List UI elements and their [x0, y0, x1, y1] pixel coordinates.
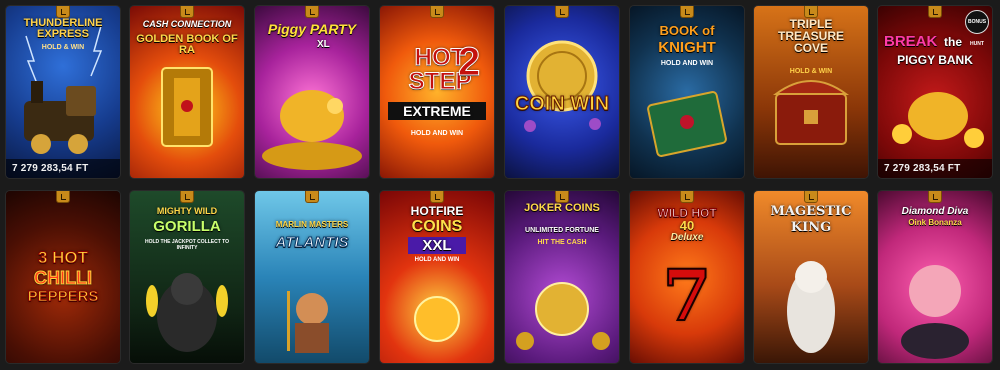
game-title-number: 2: [457, 40, 481, 84]
game-title: 3 HOT: [37, 248, 89, 267]
game-title: HOTFIRE: [410, 204, 464, 218]
game-subtitle: HOLD & WIN: [789, 68, 833, 75]
provider-badge-icon: [805, 191, 817, 202]
provider-badge-icon: [805, 6, 817, 17]
provider-badge-icon: [681, 191, 693, 202]
game-tile-diamond-diva-oink-bonanza[interactable]: Diamond Diva Oink Bonanza: [878, 191, 992, 363]
provider-badge-icon: [556, 191, 568, 202]
seven-symbol: 7: [662, 254, 713, 337]
game-subtitle: HOLD & WIN: [41, 44, 85, 51]
game-subtitle: HIT THE CASH: [537, 239, 587, 246]
game-title-oink-bonanza: Oink Bonanza: [908, 218, 962, 227]
game-tile-coin-win[interactable]: COIN WIN: [505, 6, 619, 178]
game-subtitle: HOLD THE JACKPOT COLLECT TO INFINITY: [144, 239, 230, 251]
game-tile-wild-hot-40-deluxe[interactable]: WILD HOT 40 Deluxe 7: [630, 191, 744, 363]
jackpot-amount: 7 279 283,54 FT: [878, 159, 992, 178]
game-tile-marlin-masters-atlantis[interactable]: MARLIN MASTERS ATLANTIS: [255, 191, 369, 363]
game-title: Piggy PARTY: [267, 21, 357, 37]
game-tile-book-of-knight[interactable]: BOOK of KNIGHT HOLD AND WIN: [630, 6, 744, 178]
game-tile-hotfire-coins-xxl[interactable]: HOTFIRE COINS XXL HOLD AND WIN: [380, 191, 494, 363]
provider-badge-icon: [57, 6, 69, 17]
game-title-suffix: XL: [317, 39, 330, 50]
game-title: JOKER COINS: [524, 202, 600, 214]
game-tile-hot-step-2-extreme[interactable]: HOT STEP 2 EXTREME HOLD AND WIN: [380, 6, 494, 178]
game-tile-piggy-party-xl[interactable]: Piggy PARTY XL: [255, 6, 369, 178]
game-grid: THUNDERLINE EXPRESS HOLD & WIN 7 279 283…: [0, 0, 1000, 370]
game-title: MAGESTIC: [770, 204, 852, 219]
game-title: COIN WIN: [514, 93, 610, 115]
provider-badge-icon: [57, 191, 69, 202]
game-tile-3-hot-chilli-peppers[interactable]: 3 HOT CHILLI PEPPERS: [6, 191, 120, 363]
game-tile-thunderline-express[interactable]: THUNDERLINE EXPRESS HOLD & WIN 7 279 283…: [6, 6, 120, 178]
provider-badge-icon: [431, 6, 443, 17]
game-title: MARLIN MASTERS: [275, 220, 349, 229]
provider-badge-icon: [929, 191, 941, 202]
game-tile-mighty-wild-gorilla[interactable]: MIGHTY WILD GORILLA HOLD THE JACKPOT COL…: [130, 191, 244, 363]
game-title-extreme: EXTREME: [388, 102, 486, 120]
game-art: [505, 6, 619, 178]
game-title-knight: KNIGHT: [658, 39, 716, 56]
game-title-fortune: UNLIMITED FORTUNE: [525, 227, 599, 234]
game-title-the: the: [944, 35, 962, 49]
bonus-hunt-logo: BONUS HUNT: [965, 10, 989, 47]
game-tile-triple-treasure-cove[interactable]: TRIPLE TREASURE COVE HOLD & WIN: [754, 6, 868, 178]
game-title-gorilla: GORILLA: [153, 218, 221, 235]
game-art: [255, 191, 369, 363]
game-subtitle: HOLD AND WIN: [410, 130, 464, 137]
provider-badge-icon: [929, 6, 941, 17]
game-title-40: 40: [679, 218, 695, 233]
game-title: TRIPLE TREASURE COVE: [777, 17, 844, 55]
game-tile-joker-coins[interactable]: JOKER COINS UNLIMITED FORTUNE HIT THE CA…: [505, 191, 619, 363]
jackpot-amount: 7 279 283,54 FT: [6, 159, 120, 178]
game-title: MIGHTY WILD: [156, 206, 218, 216]
game-tile-golden-book-of-ra[interactable]: CASH CONNECTION GOLDEN BOOK OF RA: [130, 6, 244, 178]
game-title-deluxe: Deluxe: [670, 232, 704, 243]
game-title-chilli: CHILLI: [34, 268, 93, 288]
game-art: [505, 191, 619, 363]
provider-badge-icon: [556, 6, 568, 17]
game-title-xxl: XXL: [408, 237, 466, 254]
game-title: GOLDEN BOOK OF RA: [136, 33, 238, 56]
provider-badge-icon: [431, 191, 443, 202]
provider-badge-icon: [306, 6, 318, 17]
game-title: BOOK of: [659, 23, 715, 38]
game-title-king: KING: [790, 220, 832, 235]
provider-badge-icon: [306, 191, 318, 202]
game-art: [130, 6, 244, 178]
game-subtitle: HOLD AND WIN: [660, 60, 714, 67]
game-tile-magestic-king[interactable]: MAGESTIC KING: [754, 191, 868, 363]
game-title-atlantis: ATLANTIS: [275, 234, 349, 251]
game-subtitle: HOLD AND WIN: [414, 257, 460, 263]
provider-badge-icon: [181, 191, 193, 202]
provider-badge-icon: [681, 6, 693, 17]
game-art: [130, 191, 244, 363]
game-title: BREAK: [884, 33, 938, 50]
game-title: THUNDERLINE EXPRESS: [23, 17, 103, 40]
game-tile-break-the-piggy-bank[interactable]: BONUS HUNT BREAK the PIGGY BANK 7 279 28…: [878, 6, 992, 178]
game-title-piggy-bank: PIGGY BANK: [897, 53, 973, 67]
game-title-coins: COINS: [411, 218, 463, 235]
game-title-prefix: CASH CONNECTION: [142, 19, 232, 29]
game-title-peppers: PEPPERS: [27, 288, 99, 305]
provider-badge-icon: [181, 6, 193, 17]
game-title: Diamond Diva: [901, 206, 969, 217]
